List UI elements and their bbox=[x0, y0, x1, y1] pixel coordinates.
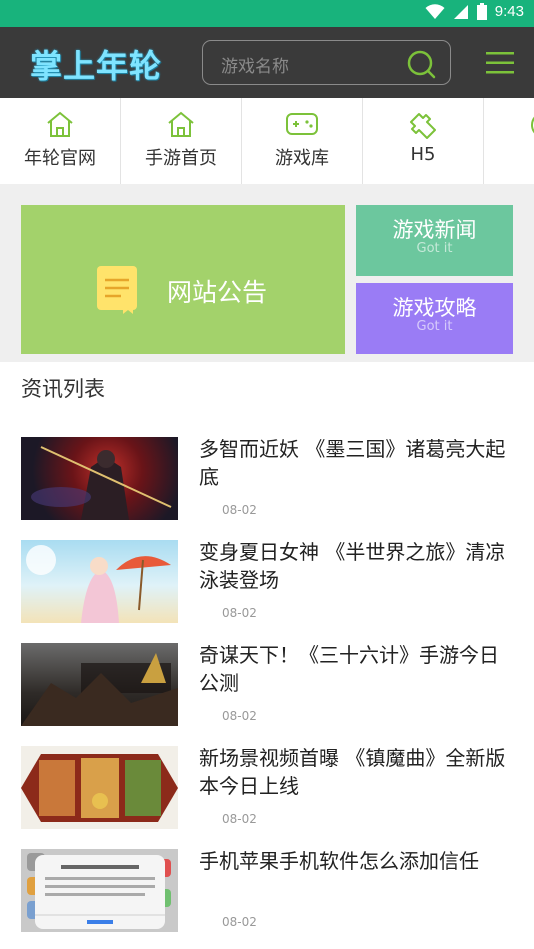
news-item[interactable]: 多智而近妖 《墨三国》诸葛亮大起底 08-02 bbox=[0, 437, 534, 527]
news-item[interactable]: 变身夏日女神 《半世界之旅》清凉泳装登场 08-02 bbox=[0, 540, 534, 630]
nav-label: 资 bbox=[484, 144, 534, 170]
news-title: 奇谋天下！《三十六计》手游今日公测 bbox=[199, 643, 499, 695]
status-bar: 9:43 bbox=[0, 0, 534, 27]
nav-label: 年轮官网 bbox=[24, 148, 96, 169]
news-item[interactable]: 新场景视频首曝 《镇魔曲》全新版本今日上线 08-02 bbox=[0, 746, 534, 836]
game-guide-title: 游戏攻略 bbox=[392, 296, 477, 320]
news-date: 08-02 bbox=[222, 812, 257, 826]
app-header: 掌上年轮 游戏名称 bbox=[0, 27, 534, 98]
news-date: 08-02 bbox=[222, 709, 257, 723]
news-title: 变身夏日女神 《半世界之旅》清凉泳装登场 bbox=[199, 540, 506, 592]
category-nav: 年轮官网 手游首页 游戏库 H5 资 bbox=[0, 98, 534, 184]
news-thumbnail bbox=[21, 540, 178, 623]
puzzle-icon bbox=[410, 113, 436, 139]
search-box[interactable]: 游戏名称 bbox=[202, 40, 451, 85]
gamepad-icon bbox=[286, 113, 318, 135]
nav-item-game-library[interactable]: 游戏库 bbox=[242, 98, 363, 184]
game-news-title: 游戏新闻 bbox=[392, 218, 477, 242]
game-news-tile[interactable]: 游戏新闻 Got it bbox=[356, 205, 513, 276]
cellular-signal-icon bbox=[453, 4, 468, 19]
nav-label: 游戏库 bbox=[275, 148, 329, 169]
status-icons: 9:43 bbox=[425, 3, 524, 20]
home-icon bbox=[168, 111, 194, 137]
news-thumbnail bbox=[21, 437, 178, 520]
battery-icon bbox=[476, 3, 487, 20]
nav-item-official-site[interactable]: 年轮官网 bbox=[0, 98, 121, 184]
announcement-tile[interactable]: 网站公告 bbox=[21, 205, 345, 354]
nav-item-info[interactable]: 资 bbox=[484, 98, 534, 184]
news-item[interactable]: 手机苹果手机软件怎么添加信任 08-02 bbox=[0, 849, 534, 939]
news-item[interactable]: 奇谋天下！《三十六计》手游今日公测 08-02 bbox=[0, 643, 534, 733]
feature-tiles: 网站公告 游戏新闻 Got it 游戏攻略 Got it bbox=[0, 184, 534, 362]
game-guide-subtitle: Got it bbox=[416, 319, 453, 334]
news-title: 手机苹果手机软件怎么添加信任 bbox=[199, 849, 479, 873]
wifi-icon bbox=[425, 3, 445, 19]
news-thumbnail bbox=[21, 746, 178, 829]
nav-label: H5 bbox=[410, 144, 436, 165]
game-news-subtitle: Got it bbox=[416, 241, 453, 256]
app-logo[interactable]: 掌上年轮 bbox=[30, 41, 162, 87]
news-date: 08-02 bbox=[222, 606, 257, 620]
announcement-label: 网站公告 bbox=[167, 278, 268, 307]
search-icon[interactable] bbox=[406, 49, 436, 79]
news-date: 08-02 bbox=[222, 915, 257, 929]
nav-label: 手游首页 bbox=[145, 148, 217, 169]
menu-icon[interactable] bbox=[486, 51, 514, 75]
status-time: 9:43 bbox=[494, 3, 524, 20]
nav-item-h5[interactable]: H5 bbox=[363, 98, 484, 184]
news-title: 多智而近妖 《墨三国》诸葛亮大起底 bbox=[199, 437, 506, 489]
search-input[interactable]: 游戏名称 bbox=[221, 52, 289, 77]
news-date: 08-02 bbox=[222, 503, 257, 517]
circle-icon bbox=[531, 116, 534, 134]
news-title: 新场景视频首曝 《镇魔曲》全新版本今日上线 bbox=[199, 746, 506, 798]
game-guide-tile[interactable]: 游戏攻略 Got it bbox=[356, 283, 513, 354]
nav-item-mobile-home[interactable]: 手游首页 bbox=[121, 98, 242, 184]
news-thumbnail bbox=[21, 643, 178, 726]
section-title: 资讯列表 bbox=[21, 377, 105, 401]
news-thumbnail bbox=[21, 849, 178, 932]
home-icon bbox=[47, 111, 73, 137]
document-icon bbox=[97, 266, 137, 314]
